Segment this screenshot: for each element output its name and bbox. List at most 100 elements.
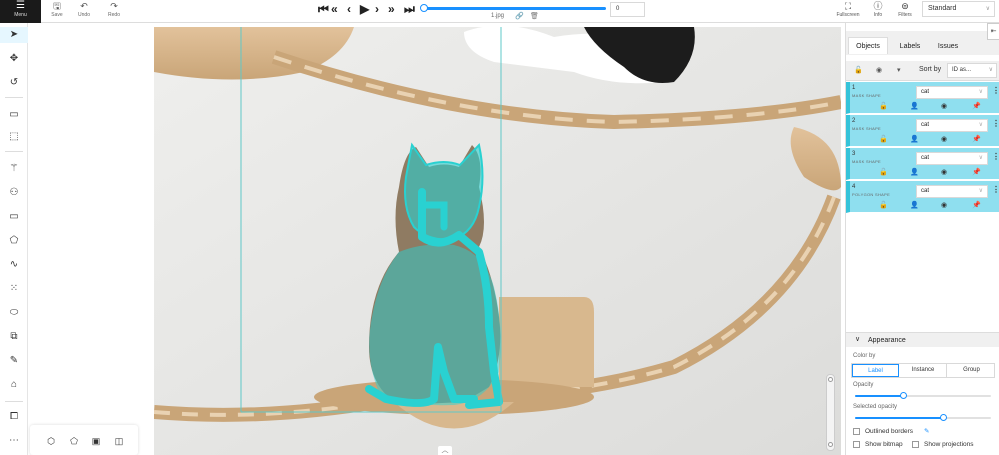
image-canvas[interactable] bbox=[154, 27, 841, 455]
pencil-icon[interactable]: ✎ bbox=[924, 427, 929, 435]
magic-wand-icon[interactable]: ⚚ bbox=[0, 161, 28, 177]
lock-icon[interactable]: 🔓 bbox=[879, 168, 888, 176]
occluded-icon[interactable]: 👤 bbox=[910, 201, 919, 209]
pin-icon[interactable]: 📌 bbox=[972, 102, 981, 110]
chevron-up-icon[interactable]: ︿ bbox=[438, 446, 452, 455]
filter-icon: ⊜ bbox=[901, 1, 909, 11]
save-button[interactable]: 🖫 Save bbox=[44, 0, 70, 23]
frame-number-input[interactable]: 0 bbox=[610, 2, 645, 17]
more-options-icon[interactable]: ⋮ bbox=[992, 86, 999, 95]
frame-slider-handle[interactable] bbox=[420, 4, 428, 12]
more-options-icon[interactable]: ⋮ bbox=[992, 152, 999, 161]
object-label-select[interactable]: cat ∨ bbox=[916, 86, 988, 99]
show-bitmap-checkbox[interactable] bbox=[853, 441, 860, 448]
collapse-all-icon[interactable]: ▾ bbox=[897, 66, 901, 74]
workspace-select[interactable]: Standard ∨ bbox=[922, 1, 995, 17]
fullscreen-button[interactable]: ⛶ Fullscreen bbox=[835, 0, 861, 23]
prev-frame-button[interactable]: ‹ bbox=[347, 3, 351, 15]
sort-select[interactable]: ID as... ∨ bbox=[947, 63, 997, 78]
last-frame-button[interactable]: ⏭ bbox=[404, 3, 415, 15]
opacity-slider-handle[interactable] bbox=[900, 392, 907, 399]
object-item[interactable]: 4 POLYGON SHAPE cat ∨ ⋮ 🔓 👤 ◉ 📌 bbox=[846, 181, 999, 213]
fit-image-icon[interactable]: ▭ bbox=[0, 107, 28, 123]
object-label-select[interactable]: cat ∨ bbox=[916, 185, 988, 198]
occluded-icon[interactable]: 👤 bbox=[910, 102, 919, 110]
link-icon[interactable]: 🔗 bbox=[515, 12, 524, 20]
tab-labels[interactable]: Labels bbox=[896, 38, 924, 55]
object-label: cat bbox=[921, 122, 930, 128]
chevron-down-icon: ∨ bbox=[978, 155, 983, 161]
object-type: MASK SHAPE bbox=[852, 126, 882, 131]
object-type: MASK SHAPE bbox=[852, 159, 882, 164]
frame-slider[interactable] bbox=[424, 7, 606, 10]
pin-icon[interactable]: 📌 bbox=[972, 135, 981, 143]
prev-step-button[interactable]: « bbox=[331, 3, 338, 15]
polyline-tool-icon[interactable]: ∿ bbox=[0, 257, 28, 273]
merge-tool-icon[interactable]: ⧠ bbox=[0, 409, 28, 425]
more-options-icon[interactable]: ⋮ bbox=[992, 119, 999, 128]
cuboid-tool-icon[interactable]: ⧉ bbox=[0, 329, 28, 345]
polygon-mode-icon[interactable]: ⬠ bbox=[67, 435, 81, 447]
more-tools-icon[interactable]: ⋯ bbox=[0, 433, 28, 449]
visibility-icon[interactable]: ◉ bbox=[941, 168, 947, 176]
info-button[interactable]: ⓘ Info bbox=[865, 0, 891, 23]
delete-frame-icon[interactable]: 🗑 bbox=[530, 12, 539, 20]
play-button[interactable]: ▶ bbox=[360, 3, 369, 15]
rectangle-mode-icon[interactable]: ▣ bbox=[89, 435, 103, 447]
lock-icon[interactable]: 🔓 bbox=[879, 102, 888, 110]
tag-tool-icon[interactable]: ⌂ bbox=[0, 377, 28, 393]
pin-icon[interactable]: 📌 bbox=[972, 168, 981, 176]
next-step-button[interactable]: » bbox=[388, 3, 395, 15]
pin-icon[interactable]: 📌 bbox=[972, 201, 981, 209]
hide-all-icon[interactable]: ◉ bbox=[876, 66, 882, 74]
zoom-region-icon[interactable]: ⬚ bbox=[0, 129, 28, 145]
next-frame-button[interactable]: › bbox=[375, 3, 379, 15]
object-item[interactable]: 1 MASK SHAPE cat ∨ ⋮ 🔓 👤 ◉ 📌 bbox=[846, 82, 999, 114]
object-item[interactable]: 3 MASK SHAPE cat ∨ ⋮ 🔓 👤 ◉ 📌 bbox=[846, 148, 999, 180]
move-tool-icon[interactable]: ✥ bbox=[0, 51, 28, 67]
points-tool-icon[interactable]: ⁙ bbox=[0, 281, 28, 297]
zoom-in-icon[interactable] bbox=[828, 377, 833, 382]
visibility-icon[interactable]: ◉ bbox=[941, 102, 947, 110]
chevron-down-icon: ∨ bbox=[978, 89, 983, 95]
ai-tools-icon[interactable]: ⚇ bbox=[0, 185, 28, 201]
zoom-scrollbar[interactable] bbox=[826, 374, 835, 451]
lock-icon[interactable]: 🔓 bbox=[879, 135, 888, 143]
lock-all-icon[interactable]: 🔓 bbox=[854, 66, 863, 74]
filters-button[interactable]: ⊜ Filters bbox=[892, 0, 918, 23]
brush-tool-icon[interactable]: ✎ bbox=[0, 353, 28, 369]
ellipse-tool-icon[interactable]: ⬭ bbox=[0, 305, 28, 321]
zoom-out-icon[interactable] bbox=[828, 442, 833, 447]
polygon-tool-icon[interactable]: ⬠ bbox=[0, 233, 28, 249]
color-by-group-option[interactable]: Group bbox=[948, 364, 995, 377]
outlined-borders-checkbox[interactable] bbox=[853, 428, 860, 435]
appearance-header[interactable]: ∨ Appearance bbox=[846, 332, 999, 347]
occluded-icon[interactable]: 👤 bbox=[910, 168, 919, 176]
tab-objects[interactable]: Objects bbox=[848, 37, 888, 54]
filename: 1.jpg bbox=[491, 13, 505, 19]
visibility-icon[interactable]: ◉ bbox=[941, 201, 947, 209]
brush-mode-icon[interactable]: ⬡ bbox=[44, 435, 58, 447]
lock-icon[interactable]: 🔓 bbox=[879, 201, 888, 209]
more-options-icon[interactable]: ⋮ bbox=[992, 185, 999, 194]
chevron-down-icon: ∨ bbox=[988, 67, 993, 73]
selected-opacity-slider-handle[interactable] bbox=[940, 414, 947, 421]
color-by-instance-option[interactable]: Instance bbox=[900, 364, 947, 377]
tab-issues[interactable]: Issues bbox=[934, 38, 962, 55]
menu-button[interactable]: ☰ Menu bbox=[0, 0, 41, 23]
redo-button[interactable]: ↷ Redo bbox=[101, 0, 127, 23]
object-item[interactable]: 2 MASK SHAPE cat ∨ ⋮ 🔓 👤 ◉ 📌 bbox=[846, 115, 999, 147]
cursor-tool-icon[interactable]: ➤ bbox=[0, 27, 28, 43]
rotate-tool-icon[interactable]: ↺ bbox=[0, 75, 28, 91]
occluded-icon[interactable]: 👤 bbox=[910, 135, 919, 143]
visibility-icon[interactable]: ◉ bbox=[941, 135, 947, 143]
sidebar-collapse-icon[interactable]: ⇤ bbox=[987, 23, 999, 40]
undo-button[interactable]: ↶ Undo bbox=[71, 0, 97, 23]
object-label-select[interactable]: cat ∨ bbox=[916, 119, 988, 132]
color-by-label-option[interactable]: Label bbox=[852, 364, 899, 377]
split-mode-icon[interactable]: ◫ bbox=[112, 435, 126, 447]
show-projections-checkbox[interactable] bbox=[912, 441, 919, 448]
rectangle-tool-icon[interactable]: ▭ bbox=[0, 209, 28, 225]
first-frame-button[interactable]: ⏮ bbox=[318, 3, 329, 15]
object-label-select[interactable]: cat ∨ bbox=[916, 152, 988, 165]
